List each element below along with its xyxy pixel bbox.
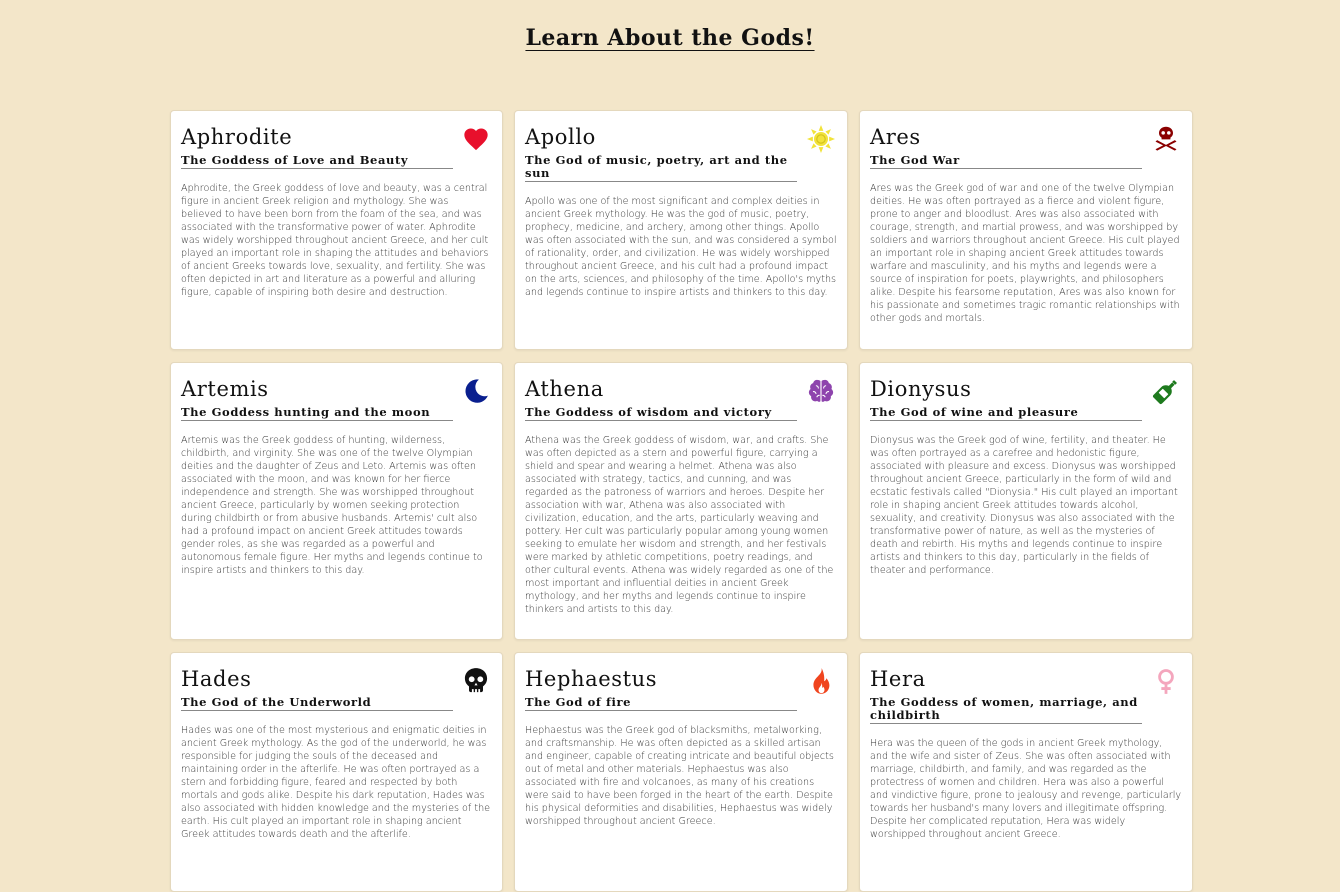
god-subtitle: The God of the Underworld bbox=[181, 696, 453, 711]
god-card-aphrodite: Aphrodite The Goddess of Love and Beauty… bbox=[170, 110, 503, 350]
moon-icon bbox=[462, 377, 490, 405]
god-name: Hephaestus bbox=[525, 667, 658, 691]
god-name: Dionysus bbox=[870, 377, 972, 401]
god-name: Hades bbox=[181, 667, 252, 691]
wine-bottle-icon bbox=[1152, 377, 1180, 405]
god-subtitle: The Goddess of wisdom and victory bbox=[525, 406, 797, 421]
god-description: Dionysus was the Greek god of wine, fert… bbox=[870, 435, 1178, 576]
god-card-artemis: Artemis The Goddess hunting and the moon… bbox=[170, 362, 503, 640]
god-subtitle: The God of fire bbox=[525, 696, 797, 711]
god-card-hades: Hades The God of the Underworld Hades wa… bbox=[170, 652, 503, 892]
god-description: Artemis was the Greek goddess of hunting… bbox=[181, 435, 483, 576]
god-card-hephaestus: Hephaestus The God of fire Hephaestus wa… bbox=[514, 652, 848, 892]
skull-crossbones-icon bbox=[1152, 125, 1180, 153]
god-description: Ares was the Greek god of war and one of… bbox=[870, 183, 1180, 324]
god-description: Apollo was one of the most significant a… bbox=[525, 196, 837, 298]
god-card-ares: Ares The God War Ares was the Greek god … bbox=[859, 110, 1193, 350]
page-title-link[interactable]: Learn About the Gods! bbox=[525, 25, 814, 51]
page-title: Learn About the Gods! bbox=[0, 25, 1340, 51]
god-card-dionysus: Dionysus The God of wine and pleasure Di… bbox=[859, 362, 1193, 640]
god-name: Hera bbox=[870, 667, 926, 691]
god-subtitle: The Goddess of women, marriage, and chil… bbox=[870, 696, 1142, 724]
sun-icon bbox=[807, 125, 835, 153]
god-description: Hephaestus was the Greek god of blacksmi… bbox=[525, 725, 834, 827]
god-description: Athena was the Greek goddess of wisdom, … bbox=[525, 435, 834, 615]
god-name: Ares bbox=[870, 125, 921, 149]
god-name: Apollo bbox=[525, 125, 596, 149]
venus-icon bbox=[1152, 667, 1180, 695]
heart-icon bbox=[462, 125, 490, 153]
god-subtitle: The God of music, poetry, art and the su… bbox=[525, 154, 797, 182]
god-description: Aphrodite, the Greek goddess of love and… bbox=[181, 183, 489, 298]
god-name: Aphrodite bbox=[181, 125, 293, 149]
brain-icon bbox=[807, 377, 835, 405]
god-name: Athena bbox=[525, 377, 604, 401]
fire-icon bbox=[807, 667, 835, 695]
god-description: Hera was the queen of the gods in ancien… bbox=[870, 738, 1182, 840]
god-card-athena: Athena The Goddess of wisdom and victory… bbox=[514, 362, 848, 640]
god-description: Hades was one of the most mysterious and… bbox=[181, 725, 491, 840]
god-name: Artemis bbox=[181, 377, 269, 401]
god-subtitle: The Goddess hunting and the moon bbox=[181, 406, 453, 421]
god-card-hera: Hera The Goddess of women, marriage, and… bbox=[859, 652, 1193, 892]
god-subtitle: The God War bbox=[870, 154, 1142, 169]
gods-grid: Aphrodite The Goddess of Love and Beauty… bbox=[170, 110, 1193, 892]
skull-icon bbox=[462, 667, 490, 695]
god-card-apollo: Apollo The God of music, poetry, art and… bbox=[514, 110, 848, 350]
god-subtitle: The Goddess of Love and Beauty bbox=[181, 154, 453, 169]
god-subtitle: The God of wine and pleasure bbox=[870, 406, 1142, 421]
